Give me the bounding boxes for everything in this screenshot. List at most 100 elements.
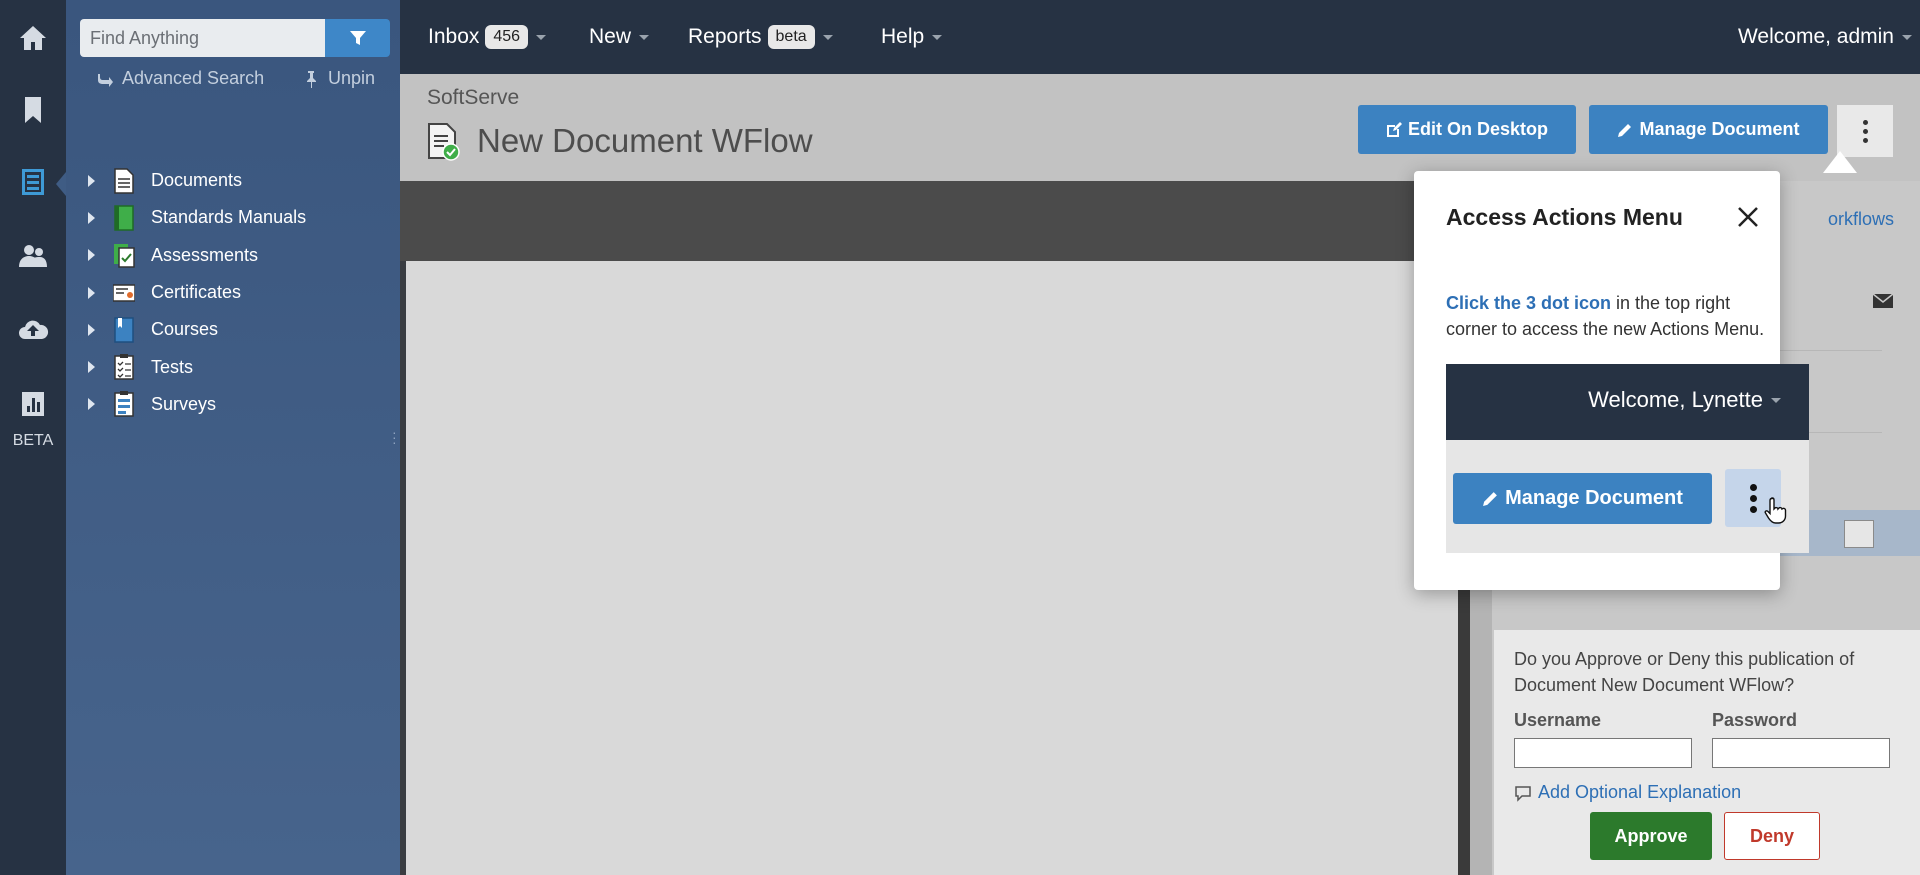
document-icon: [114, 167, 134, 194]
mail-icon[interactable]: [1872, 292, 1894, 310]
filter-icon: [349, 31, 366, 45]
popover-highlight: Click the 3 dot icon: [1446, 293, 1612, 313]
certificate-icon: [113, 283, 135, 302]
test-icon: [114, 354, 134, 380]
reports-beta-badge: beta: [767, 25, 815, 49]
bookmark-icon[interactable]: [0, 82, 66, 138]
demo-navbar: Welcome, Lynette: [1446, 364, 1809, 440]
tree-item-tests[interactable]: Tests: [88, 348, 306, 385]
dot-icon: [1862, 137, 1868, 143]
nav-help[interactable]: Help: [881, 0, 943, 74]
manual-icon: [114, 205, 134, 231]
search-input[interactable]: [80, 19, 325, 57]
expand-caret-icon[interactable]: [88, 398, 95, 411]
document-viewer[interactable]: [406, 261, 1458, 875]
nav-reports[interactable]: Reports beta: [688, 0, 833, 74]
demo-manage-label: Manage Document: [1505, 487, 1683, 509]
expand-caret-icon[interactable]: [88, 211, 95, 224]
tree-label: Tests: [151, 356, 194, 377]
chevron-down-icon: [639, 34, 650, 40]
breadcrumb[interactable]: SoftServe: [427, 86, 519, 110]
dot-icon: [1749, 483, 1757, 491]
icon-rail: BETA: [0, 0, 66, 875]
close-icon[interactable]: [1734, 203, 1762, 231]
username-field[interactable]: [1514, 738, 1692, 768]
workflows-link[interactable]: orkflows: [1828, 209, 1894, 230]
filter-button[interactable]: [325, 19, 390, 57]
sidebar-resize-handle[interactable]: · · ·: [392, 425, 397, 449]
chevron-down-icon: [822, 34, 833, 40]
expand-caret-icon[interactable]: [88, 361, 95, 374]
chevron-down-icon: [536, 34, 547, 40]
assessment-icon: [114, 244, 135, 268]
tree-label: Certificates: [151, 282, 242, 303]
deny-button[interactable]: Deny: [1724, 812, 1820, 860]
welcome-label: Welcome, admin: [1737, 25, 1894, 48]
tree-label: Assessments: [151, 244, 259, 265]
tree-label: Surveys: [151, 393, 217, 414]
nav-inbox-label: Inbox: [428, 25, 480, 48]
demo-manage-document-button: Manage Document: [1453, 473, 1712, 524]
rail-active-indicator: [56, 172, 66, 196]
approval-form: Do you Approve or Deny this publication …: [1494, 630, 1920, 875]
tree-label: Standards Manuals: [151, 207, 307, 228]
nav-new-label: New: [589, 25, 632, 48]
approve-button[interactable]: Approve: [1590, 812, 1712, 860]
tree-item-assessments[interactable]: Assessments: [88, 237, 306, 274]
add-explanation-label: Add Optional Explanation: [1538, 782, 1742, 802]
edit-on-desktop-button[interactable]: Edit On Desktop: [1358, 105, 1576, 154]
approval-question: Do you Approve or Deny this publication …: [1514, 649, 1855, 695]
tree-item-courses[interactable]: Courses: [88, 311, 306, 348]
pencil-icon: [1618, 123, 1632, 137]
bar-chart-icon[interactable]: [0, 376, 66, 432]
password-label: Password: [1712, 710, 1798, 730]
chevron-down-icon: [932, 34, 943, 40]
expand-caret-icon[interactable]: [88, 174, 95, 187]
dot-icon: [1749, 494, 1757, 502]
user-menu[interactable]: Welcome, admin: [1738, 0, 1912, 74]
actions-menu-button[interactable]: [1837, 105, 1893, 157]
expand-caret-icon[interactable]: [88, 323, 95, 336]
viewer-toolbar: [400, 181, 1462, 261]
password-field[interactable]: [1712, 738, 1890, 768]
advanced-search-link[interactable]: Advanced Search: [96, 68, 264, 89]
chevron-down-icon: [1771, 397, 1781, 403]
popover-arrow: [1823, 151, 1857, 173]
row-checkbox[interactable]: [1844, 520, 1874, 548]
nav-new[interactable]: New: [589, 0, 650, 74]
tree-item-certificates[interactable]: Certificates: [88, 274, 306, 311]
manage-document-button[interactable]: Manage Document: [1589, 105, 1828, 154]
tree-item-standards-manuals[interactable]: Standards Manuals: [88, 199, 306, 236]
chevron-down-icon: [1902, 34, 1912, 40]
beta-label: BETA: [12, 432, 54, 449]
edit-icon: [1386, 121, 1402, 137]
tree-item-documents[interactable]: Documents: [88, 162, 306, 199]
actions-menu-popover: Access Actions Menu Click the 3 dot icon…: [1414, 171, 1809, 590]
pin-icon: [307, 70, 316, 88]
edit-on-desktop-label: Edit On Desktop: [1407, 119, 1548, 139]
home-icon[interactable]: [0, 10, 66, 66]
document-tree: Documents Standards Manuals Assessments …: [88, 162, 306, 423]
course-icon: [114, 317, 134, 343]
cloud-upload-icon[interactable]: [0, 302, 66, 358]
pencil-icon: [1483, 492, 1497, 506]
demo-welcome: Welcome, Lynette: [1588, 387, 1781, 413]
comment-icon: [1515, 785, 1531, 802]
tree-item-surveys[interactable]: Surveys: [88, 386, 306, 423]
add-explanation-link[interactable]: Add Optional Explanation: [1514, 782, 1741, 803]
nav-reports-label: Reports: [688, 25, 762, 48]
hand-cursor-icon: [1764, 497, 1787, 524]
nav-inbox[interactable]: Inbox 456: [428, 0, 547, 74]
popover-title: Access Actions Menu: [1446, 204, 1683, 230]
expand-caret-icon[interactable]: [88, 286, 95, 299]
popover-body: Click the 3 dot icon in the top right co…: [1446, 290, 1776, 342]
manage-document-label: Manage Document: [1639, 119, 1800, 139]
share-arrow-icon: [98, 73, 113, 87]
unpin-link[interactable]: Unpin: [302, 68, 375, 89]
expand-caret-icon[interactable]: [88, 249, 95, 262]
username-label: Username: [1514, 710, 1602, 730]
page-header: SoftServe New Document WFlow Edit On Des…: [400, 74, 1920, 181]
users-icon[interactable]: [0, 228, 66, 284]
sidebar: Advanced Search Unpin Documents Standard…: [66, 0, 400, 875]
search-bar: [80, 19, 390, 57]
